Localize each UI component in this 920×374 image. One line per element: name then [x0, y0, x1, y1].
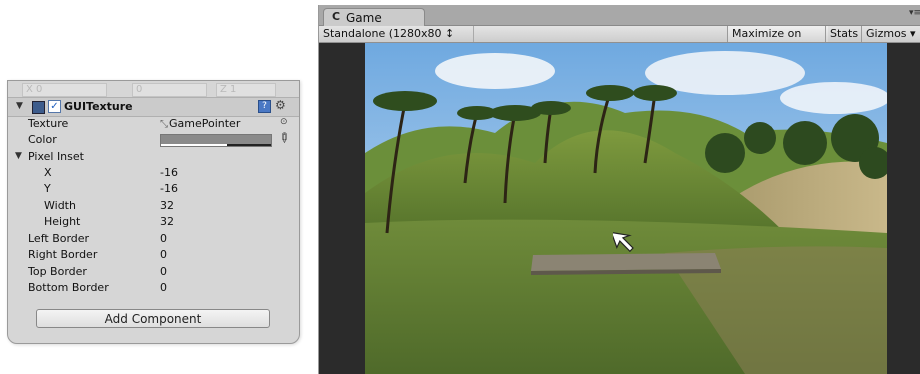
left-border-label: Left Border — [28, 232, 90, 245]
scale-x-field[interactable]: X 0 — [22, 83, 107, 97]
tab-bar: C Game ▾≡ — [319, 5, 920, 26]
game-scene-render — [365, 43, 887, 374]
foldout-arrow-icon[interactable]: ▼ — [16, 101, 23, 111]
scale-x-value: 0 — [36, 84, 43, 95]
previous-component-scale-row: X 0 0 Z 1 — [8, 81, 299, 97]
eyedropper-icon[interactable]: ✎ — [274, 129, 292, 147]
tab-game-label: Game — [346, 11, 382, 25]
scale-y-value: 0 — [136, 84, 143, 95]
game-toolbar: Standalone (1280x80 ↕ Maximize on Play S… — [319, 26, 920, 56]
scale-z-field[interactable]: Z 1 — [216, 83, 276, 97]
inset-y-row: Y -16 — [8, 181, 299, 197]
inspector-panel: X 0 0 Z 1 ▼ ✓ GUITexture ? ⚙ Texture ⤡Ga… — [7, 80, 300, 344]
game-viewport[interactable] — [319, 43, 920, 374]
component-title: GUITexture — [64, 100, 133, 113]
maximize-on-play-toggle[interactable]: Maximize on Play — [727, 26, 828, 56]
stats-toggle[interactable]: Stats — [825, 26, 864, 42]
texture-label: Texture — [28, 117, 69, 130]
top-border-row: Top Border 0 — [8, 264, 299, 280]
aspect-ratio-dropdown[interactable]: Standalone (1280x80 ↕ — [319, 26, 474, 42]
window-menu-icon[interactable]: ▾≡ — [909, 8, 920, 18]
help-book-icon[interactable]: ? — [258, 100, 271, 113]
color-swatch[interactable] — [160, 134, 272, 147]
inset-height-field[interactable]: 32 — [160, 215, 174, 228]
pixel-inset-label: Pixel Inset — [28, 150, 84, 163]
texture-value: GamePointer — [169, 117, 241, 130]
chevron-down-icon: ▾ — [910, 27, 916, 40]
scale-x-label: X — [26, 84, 33, 95]
pixel-inset-row[interactable]: ▼ Pixel Inset — [8, 149, 299, 165]
object-picker-dot-icon[interactable]: ⊙ — [280, 117, 288, 127]
right-border-label: Right Border — [28, 248, 98, 261]
left-border-field[interactable]: 0 — [160, 232, 167, 245]
game-view-window: C Game ▾≡ Standalone (1280x80 ↕ Maximize… — [318, 5, 920, 374]
bottom-border-row: Bottom Border 0 — [8, 280, 299, 296]
texture-asset-icon: ⤡ — [160, 119, 168, 130]
gizmos-label: Gizmos — [866, 27, 907, 40]
scale-y-field[interactable]: 0 — [132, 83, 207, 97]
game-pointer-cursor — [613, 231, 634, 253]
inset-width-label: Width — [44, 199, 76, 212]
bottom-border-label: Bottom Border — [28, 281, 109, 294]
component-enabled-checkbox[interactable]: ✓ — [48, 100, 61, 113]
right-border-field[interactable]: 0 — [160, 248, 167, 261]
inset-x-row: X -16 — [8, 165, 299, 181]
gear-icon[interactable]: ⚙ — [275, 98, 286, 112]
top-border-field[interactable]: 0 — [160, 265, 167, 278]
right-border-row: Right Border 0 — [8, 247, 299, 263]
texture-object-field[interactable]: ⤡GamePointer — [160, 117, 270, 130]
top-border-label: Top Border — [28, 265, 87, 278]
guitexture-component-header[interactable]: ▼ ✓ GUITexture ? ⚙ — [8, 97, 299, 117]
inset-width-row: Width 32 — [8, 198, 299, 214]
inset-x-label: X — [44, 166, 52, 179]
pixel-inset-foldout-icon[interactable]: ▼ — [15, 151, 22, 161]
add-component-button[interactable]: Add Component — [36, 309, 270, 328]
game-controller-icon: C — [332, 10, 341, 23]
inset-y-field[interactable]: -16 — [160, 182, 178, 195]
tab-game[interactable]: C Game — [323, 8, 425, 26]
inset-height-row: Height 32 — [8, 214, 299, 230]
scale-z-value: 1 — [230, 84, 237, 95]
color-label: Color — [28, 133, 57, 146]
color-row: Color ✎ — [8, 129, 299, 148]
scale-z-label: Z — [220, 84, 227, 95]
inset-y-label: Y — [44, 182, 51, 195]
gizmos-dropdown[interactable]: Gizmos ▾ — [861, 26, 920, 42]
inset-width-field[interactable]: 32 — [160, 199, 174, 212]
texture-row: Texture ⤡GamePointer ⊙ — [8, 116, 299, 132]
guitexture-component-icon — [32, 101, 45, 114]
inset-height-label: Height — [44, 215, 81, 228]
bottom-border-field[interactable]: 0 — [160, 281, 167, 294]
inset-x-field[interactable]: -16 — [160, 166, 178, 179]
left-border-row: Left Border 0 — [8, 231, 299, 247]
